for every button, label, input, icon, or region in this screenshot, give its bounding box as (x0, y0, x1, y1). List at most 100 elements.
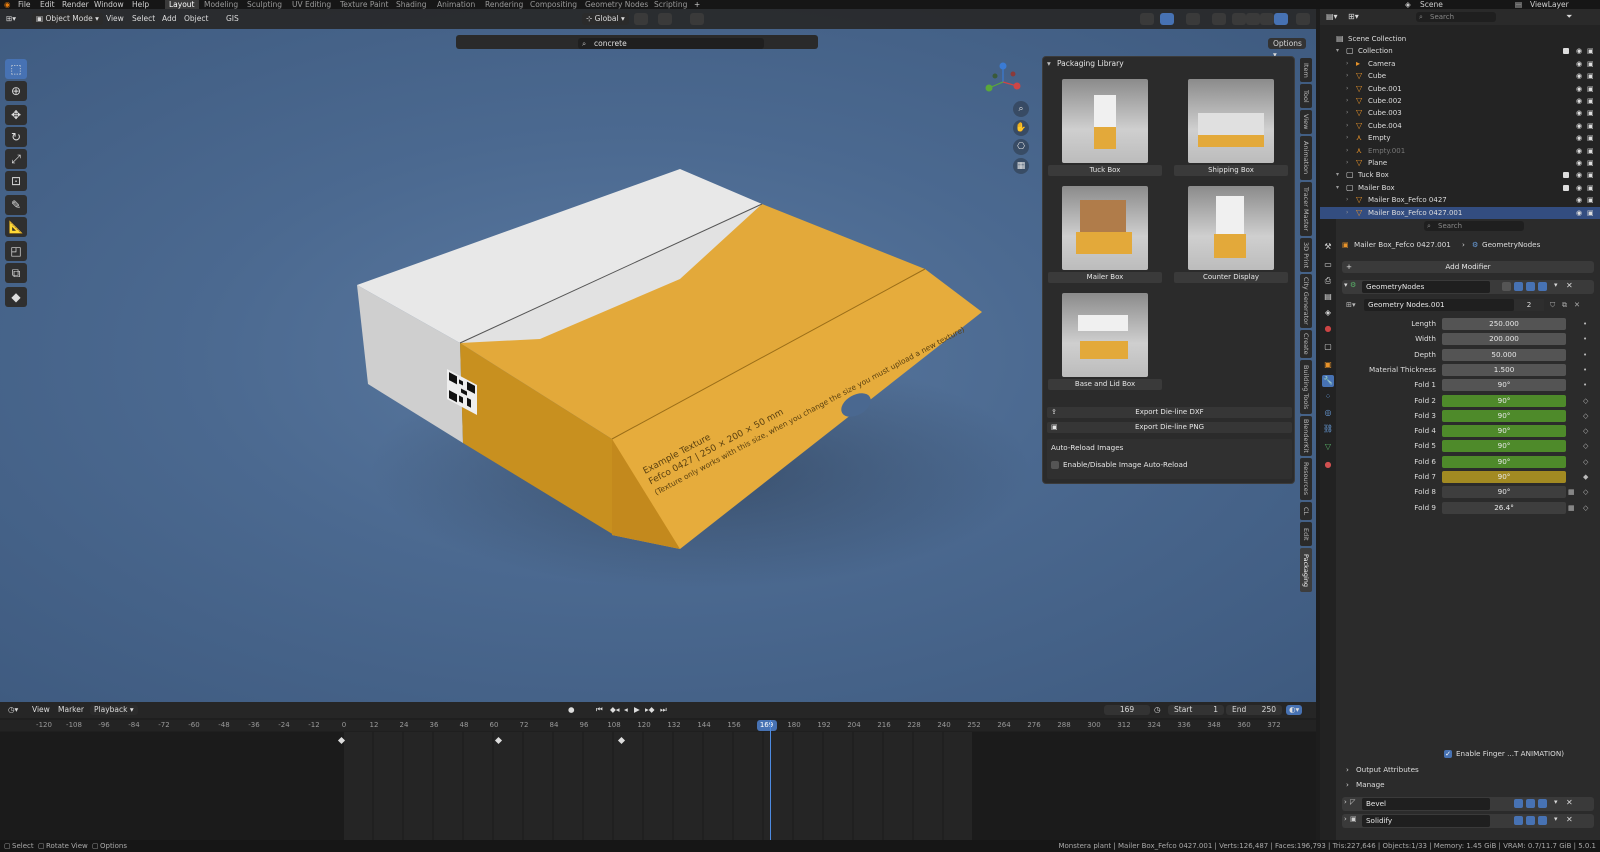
outliner-search[interactable]: ⌕ Search (1416, 12, 1496, 22)
eye-icon[interactable]: ◉ (1576, 171, 1584, 179)
menu-render[interactable]: Render (62, 0, 89, 9)
keyframe-diamond-icon[interactable]: ◆ (1583, 471, 1588, 483)
side-tab-city-generator[interactable]: City Generator (1300, 274, 1312, 328)
pan-hand-icon[interactable]: ✋ (1013, 120, 1029, 136)
display-mode-icon[interactable]: ⊞▾ (1348, 12, 1359, 21)
3d-viewport[interactable]: ⊞▾ ▣ Object Mode ▾ View Select Add Objec… (0, 9, 1316, 702)
eye-icon[interactable]: ◉ (1576, 60, 1584, 68)
clock-icon[interactable]: ◷ (1154, 705, 1161, 715)
side-tab-tracer-master[interactable]: Tracer Master (1300, 182, 1312, 236)
render-camera-icon[interactable]: ▣ (1587, 97, 1595, 105)
menu-edit[interactable]: Edit (40, 0, 55, 9)
keyframe-dot-icon[interactable]: • (1583, 318, 1587, 330)
render-toggle-icon[interactable] (1538, 282, 1547, 291)
close-icon[interactable]: ✕ (1566, 281, 1573, 290)
output-tab-icon[interactable]: ⎙ (1322, 275, 1334, 287)
expand-chevron-icon[interactable]: › (1346, 132, 1348, 144)
timeline-menu-marker[interactable]: Marker (58, 705, 84, 715)
render-tab-icon[interactable]: ▭ (1322, 259, 1334, 271)
properties-search[interactable]: ⌕ Search (1424, 221, 1524, 231)
expand-chevron-icon[interactable]: › (1346, 157, 1348, 169)
solidify-name-field[interactable]: Solidify (1362, 815, 1490, 827)
exclude-checkbox[interactable] (1563, 184, 1569, 191)
navigation-gizmo[interactable] (983, 62, 1023, 102)
solidify-render-toggle-icon[interactable] (1538, 816, 1547, 825)
eye-icon[interactable]: ◉ (1576, 97, 1584, 105)
play-reverse-icon[interactable]: ◂ (624, 705, 628, 715)
outliner-row[interactable]: › ▽ Cube.004 ◉ ▣ (1320, 120, 1600, 132)
current-frame-field[interactable]: 169 (1104, 705, 1150, 715)
render-camera-icon[interactable]: ▣ (1587, 134, 1595, 142)
expand-chevron-icon[interactable]: › (1346, 83, 1348, 95)
input-value-field[interactable]: 90° (1442, 425, 1566, 438)
exclude-checkbox[interactable] (1563, 172, 1569, 179)
library-item-base-and-lid-box[interactable]: Base and Lid Box (1048, 291, 1162, 394)
dropdown-icon[interactable]: ▾ (1554, 281, 1558, 289)
tab-geometry-nodes[interactable]: Geometry Nodes (585, 0, 648, 9)
library-item-counter-display[interactable]: Counter Display (1174, 184, 1288, 287)
eye-icon[interactable]: ◉ (1576, 47, 1584, 55)
input-value-field[interactable]: 90° (1442, 471, 1566, 483)
input-value-field[interactable]: 90° (1442, 486, 1566, 499)
expand-chevron-icon[interactable]: › (1346, 194, 1348, 206)
eye-icon[interactable]: ◉ (1576, 85, 1584, 93)
render-camera-icon[interactable]: ▣ (1587, 159, 1595, 167)
expand-chevron-icon[interactable]: ▾ (1344, 281, 1348, 289)
render-camera-icon[interactable]: ▣ (1587, 171, 1595, 179)
library-item-tuck-box[interactable]: Tuck Box (1048, 77, 1162, 180)
keyframe-diamond-icon[interactable]: ◇ (1583, 395, 1588, 407)
side-tab-packaging[interactable]: Packaging (1300, 548, 1312, 592)
tab-uv-editing[interactable]: UV Editing (292, 0, 331, 9)
input-value-field[interactable]: 90° (1442, 379, 1566, 392)
outliner-row[interactable]: › ⋏ Empty ◉ ▣ (1320, 132, 1600, 144)
edit-mode-toggle-icon[interactable] (1502, 282, 1511, 291)
close-icon[interactable]: ✕ (1566, 815, 1573, 824)
bevel-name-field[interactable]: Bevel (1362, 798, 1490, 810)
expand-chevron-icon[interactable]: › (1346, 95, 1348, 107)
render-camera-icon[interactable]: ▣ (1587, 47, 1595, 55)
outliner-row[interactable]: › ▽ Mailer Box_Fefco 0427 ◉ ▣ (1320, 194, 1600, 206)
input-value-field[interactable]: 200.000 (1442, 333, 1566, 346)
outliner-row[interactable]: ▾ ▢ Mailer Box ◉ ▣ (1320, 182, 1600, 194)
expand-chevron-icon[interactable]: › (1346, 70, 1348, 82)
start-frame-field[interactable]: Start 1 (1168, 705, 1224, 715)
current-frame-marker[interactable]: 169 (756, 720, 777, 731)
tab-scripting[interactable]: Scripting (654, 0, 687, 9)
modifier-header-solidify[interactable]: › ▣ Solidify ▾ ✕ (1342, 814, 1594, 828)
keyframe-dot-icon[interactable]: • (1583, 379, 1587, 391)
input-value-field[interactable]: 50.000 (1442, 348, 1566, 361)
modifier-header-bevel[interactable]: › ◸ Bevel ▾ ✕ (1342, 797, 1594, 811)
side-tab-create[interactable]: Create (1300, 330, 1312, 358)
zoom-icon[interactable]: ⌕ (1013, 101, 1029, 117)
view-layer-tab-icon[interactable]: ▤ (1322, 291, 1334, 303)
auto-reload-checkbox[interactable] (1051, 461, 1059, 469)
cage-toggle-icon[interactable] (1514, 282, 1523, 291)
expand-chevron-icon[interactable]: › (1346, 207, 1348, 219)
node-users-count[interactable]: 2 (1514, 299, 1544, 311)
outliner-row[interactable]: › ▽ Cube ◉ ▣ (1320, 70, 1600, 82)
render-camera-icon[interactable]: ▣ (1587, 196, 1595, 204)
manage-panel[interactable]: › Manage (1342, 779, 1594, 791)
keyframe-dot-icon[interactable]: • (1583, 349, 1587, 361)
expand-chevron-icon[interactable]: › (1346, 58, 1348, 70)
dopesheet-area[interactable] (0, 720, 1316, 842)
jump-start-icon[interactable]: ⏮ (596, 705, 603, 715)
keyframe-diamond-icon[interactable]: ◇ (1583, 486, 1588, 498)
eye-icon[interactable]: ◉ (1576, 196, 1584, 204)
tab-compositing[interactable]: Compositing (530, 0, 577, 9)
jump-end-icon[interactable]: ⏭ (660, 705, 667, 715)
bevel-render-toggle-icon[interactable] (1538, 799, 1547, 808)
add-workspace-button[interactable]: + (694, 0, 700, 9)
eye-icon[interactable]: ◉ (1576, 159, 1584, 167)
filter-icon[interactable]: ⏷ (1566, 12, 1572, 22)
outliner-row[interactable]: › ▽ Plane ◉ ▣ (1320, 157, 1600, 169)
tab-rendering[interactable]: Rendering (485, 0, 523, 9)
outliner-row[interactable]: › ▽ Cube.002 ◉ ▣ (1320, 95, 1600, 107)
bevel-edit-toggle-icon[interactable] (1514, 799, 1523, 808)
tab-animation[interactable]: Animation (437, 0, 475, 9)
outliner-editor-icon[interactable]: ▤▾ (1326, 12, 1338, 21)
unlink-icon[interactable]: ✕ (1574, 299, 1580, 311)
input-value-field[interactable]: 26.4° (1442, 501, 1566, 514)
keyframe-diamond-icon[interactable]: ◇ (1583, 456, 1588, 468)
render-camera-icon[interactable]: ▣ (1587, 109, 1595, 117)
